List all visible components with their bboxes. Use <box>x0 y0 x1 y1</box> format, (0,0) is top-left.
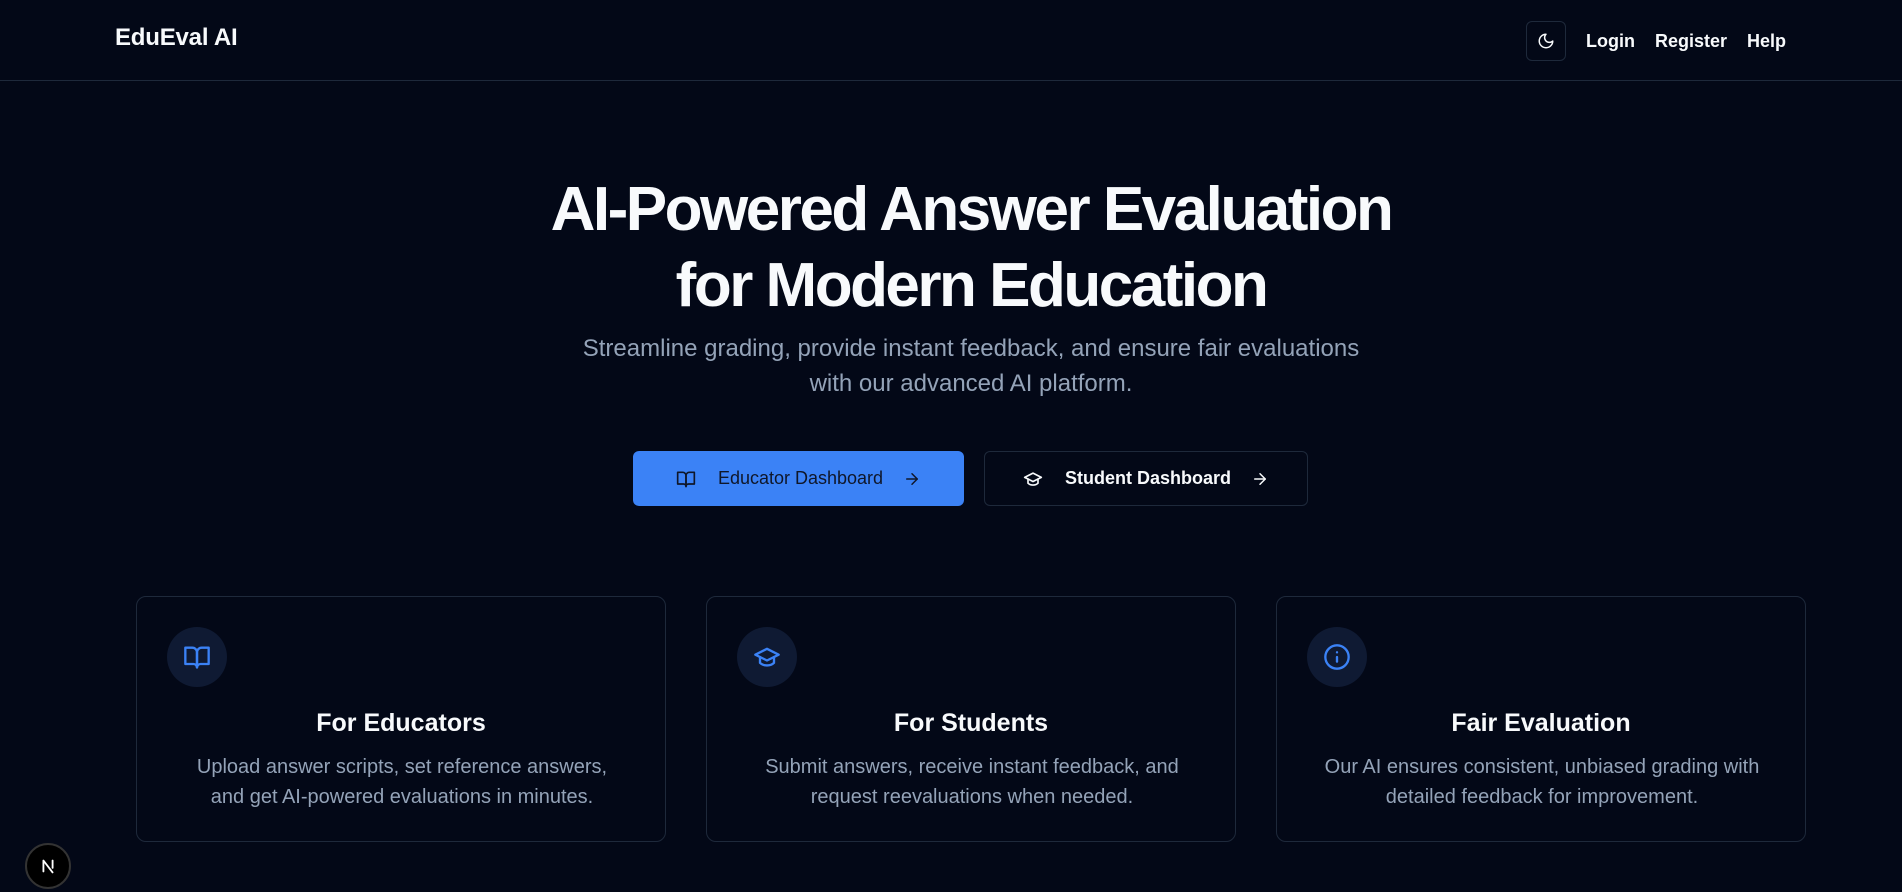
theme-toggle-button[interactable] <box>1525 21 1566 61</box>
feature-description-line1: Our AI ensures consistent, unbiased grad… <box>1324 756 1760 778</box>
moon-icon <box>1538 33 1554 49</box>
hero-title-line1: AI-Powered Answer Evaluation <box>550 175 1394 244</box>
student-dashboard-label: Student Dashboard <box>1064 468 1231 488</box>
arrow-right-icon <box>903 470 921 488</box>
educator-dashboard-label: Educator Dashboard <box>717 468 884 488</box>
feature-description-line1: Upload answer scripts, set reference ans… <box>196 756 608 778</box>
feature-description-line2: and get AI-powered evaluations in minute… <box>210 786 594 808</box>
feature-title: Fair Evaluation <box>1451 709 1631 737</box>
feature-title: For Students <box>893 709 1049 737</box>
feature-description-line1: Submit answers, receive instant feedback… <box>765 756 1179 778</box>
hero-subtitle: Streamline grading, provide instant feed… <box>0 331 1902 401</box>
hero-subtitle-line2: with our advanced AI platform. <box>809 370 1133 397</box>
hero-subtitle-line1: Streamline grading, provide instant feed… <box>582 335 1360 362</box>
graduation-cap-icon <box>737 627 797 687</box>
hero-title-line2: for Modern Education <box>675 251 1269 320</box>
book-open-icon <box>167 627 227 687</box>
arrow-right-icon <box>1251 470 1269 488</box>
top-navbar: EduEval AI Login Register Help <box>0 0 1902 81</box>
book-open-icon <box>676 469 696 489</box>
feature-card-fair-evaluation: Fair Evaluation Our AI ensures consisten… <box>1276 596 1806 842</box>
feature-description-line2: request reevaluations when needed. <box>810 786 1134 808</box>
hero-title: AI-Powered Answer Evaluation for Modern … <box>0 172 1902 324</box>
student-dashboard-button[interactable]: Student Dashboard <box>984 451 1308 506</box>
feature-card-educators: For Educators Upload answer scripts, set… <box>136 596 666 842</box>
feature-cards: For Educators Upload answer scripts, set… <box>136 596 1806 842</box>
dev-tools-badge[interactable] <box>25 843 71 889</box>
feature-description: Our AI ensures consistent, unbiased grad… <box>1297 752 1787 812</box>
nav-actions: Login Register Help <box>1525 21 1786 61</box>
feature-card-students: For Students Submit answers, receive ins… <box>706 596 1236 842</box>
feature-description-line2: detailed feedback for improvement. <box>1385 786 1699 808</box>
login-link[interactable]: Login <box>1586 31 1635 52</box>
help-link[interactable]: Help <box>1747 31 1786 52</box>
register-link[interactable]: Register <box>1655 31 1727 52</box>
next-logo-icon <box>42 859 54 874</box>
feature-title: For Educators <box>316 709 486 737</box>
cta-row: Educator Dashboard Student Dashboard <box>633 451 1308 506</box>
info-icon <box>1307 627 1367 687</box>
educator-dashboard-button[interactable]: Educator Dashboard <box>633 451 964 506</box>
brand-logo[interactable]: EduEval AI <box>115 24 238 52</box>
feature-description: Submit answers, receive instant feedback… <box>727 752 1217 812</box>
graduation-cap-icon <box>1023 469 1043 489</box>
feature-description: Upload answer scripts, set reference ans… <box>157 752 647 812</box>
